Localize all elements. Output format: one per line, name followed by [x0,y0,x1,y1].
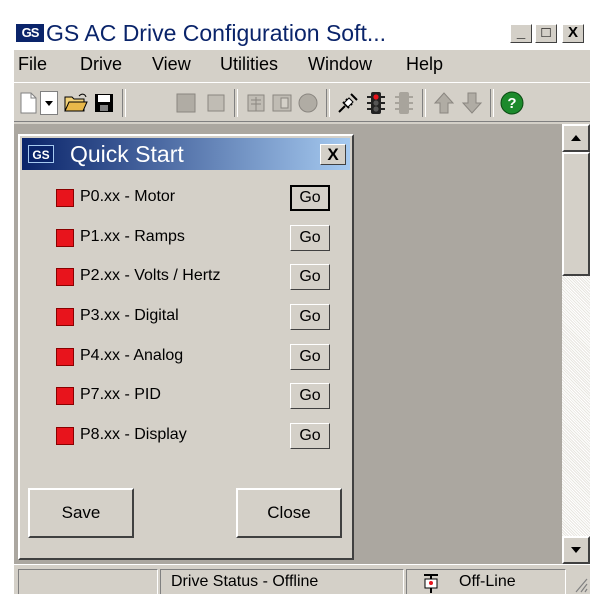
param-row: P4.xx - Analog Go [20,339,350,375]
dropdown-arrow-icon[interactable] [40,91,58,115]
quick-start-title-bar[interactable]: GS Quick Start X [22,138,350,170]
menu-file[interactable]: File [18,54,47,75]
go-button[interactable]: Go [290,423,330,449]
go-button[interactable]: Go [290,185,330,211]
param-label: P4.xx - Analog [80,347,184,364]
toolbar-separator [326,89,330,117]
go-button[interactable]: Go [290,304,330,330]
offline-plug-icon [421,572,441,594]
app-window: GS GS AC Drive Configuration Soft... _ □… [14,16,590,594]
vertical-scrollbar[interactable] [562,124,590,564]
menu-help[interactable]: Help [406,54,443,75]
param-label: P2.xx - Volts / Hertz [80,267,221,284]
param-row: P1.xx - Ramps Go [20,220,350,256]
connection-status-text: Off-Line [459,573,516,590]
open-folder-icon[interactable] [64,91,88,115]
traffic-light-icon[interactable] [364,91,388,115]
quick-start-close-button[interactable]: X [320,144,346,165]
toolbar-separator [234,89,238,117]
save-disk-icon[interactable] [92,91,116,115]
toolbar-separator [490,89,494,117]
status-indicator-icon [56,268,74,286]
status-indicator-icon [56,189,74,207]
status-indicator-icon [56,308,74,326]
menu-drive[interactable]: Drive [80,54,122,75]
param-label: P1.xx - Ramps [80,228,185,245]
connection-status: Off-Line [406,569,566,594]
param-row: P0.xx - Motor Go [20,180,350,216]
svg-text:?: ? [507,95,516,112]
scroll-up-button[interactable] [562,124,590,152]
quick-start-title: Quick Start [70,141,184,167]
close-button[interactable]: X [562,24,584,43]
scroll-thumb[interactable] [562,152,590,276]
status-indicator-icon [56,229,74,247]
status-pane [18,569,158,594]
go-button[interactable]: Go [290,344,330,370]
help-icon[interactable]: ? [500,91,524,115]
drive-icon[interactable] [244,91,268,115]
connect-icon[interactable] [336,91,360,115]
app-title: GS AC Drive Configuration Soft... [46,20,387,46]
menu-bar: File Drive View Utilities Window Help [14,52,590,78]
minimize-button[interactable]: _ [510,24,532,43]
menu-window[interactable]: Window [308,54,372,75]
param-row: P7.xx - PID Go [20,378,350,414]
resize-grip-icon[interactable] [570,573,588,593]
param-row: P3.xx - Digital Go [20,299,350,335]
maximize-button[interactable]: □ [535,24,557,43]
quick-start-window: GS Quick Start X P0.xx - Motor Go P1.xx … [18,134,354,560]
menu-view[interactable]: View [152,54,191,75]
param-row: P2.xx - Volts / Hertz Go [20,259,350,295]
monitor-icon[interactable] [392,91,416,115]
stop-icon[interactable] [174,91,198,115]
go-button[interactable]: Go [290,225,330,251]
drive-status-text: Drive Status - Offline [160,569,404,594]
save-button[interactable]: Save [28,488,134,538]
new-file-icon[interactable] [16,91,40,115]
status-indicator-icon [56,427,74,445]
go-button[interactable]: Go [290,383,330,409]
status-indicator-icon [56,348,74,366]
toolbar: ? [14,82,590,122]
record-icon[interactable] [296,91,320,115]
upload-arrow-icon[interactable] [432,91,456,115]
parameters-icon[interactable] [270,91,294,115]
scroll-down-button[interactable] [562,536,590,564]
status-indicator-icon [56,387,74,405]
toolbar-separator [422,89,426,117]
title-bar: GS GS AC Drive Configuration Soft... _ □… [14,16,590,50]
app-logo-icon: GS [16,24,44,42]
go-button[interactable]: Go [290,264,330,290]
quick-start-logo-icon: GS [28,145,54,163]
param-label: P8.xx - Display [80,426,187,443]
toolbar-separator [122,89,126,117]
param-label: P3.xx - Digital [80,307,179,324]
param-label: P7.xx - PID [80,386,161,403]
square-icon[interactable] [204,91,228,115]
menu-utilities[interactable]: Utilities [220,54,278,75]
download-arrow-icon[interactable] [460,91,484,115]
param-row: P8.xx - Display Go [20,418,350,454]
status-bar: Drive Status - Offline Off-Line [14,564,590,594]
param-label: P0.xx - Motor [80,188,176,205]
close-dialog-button[interactable]: Close [236,488,342,538]
